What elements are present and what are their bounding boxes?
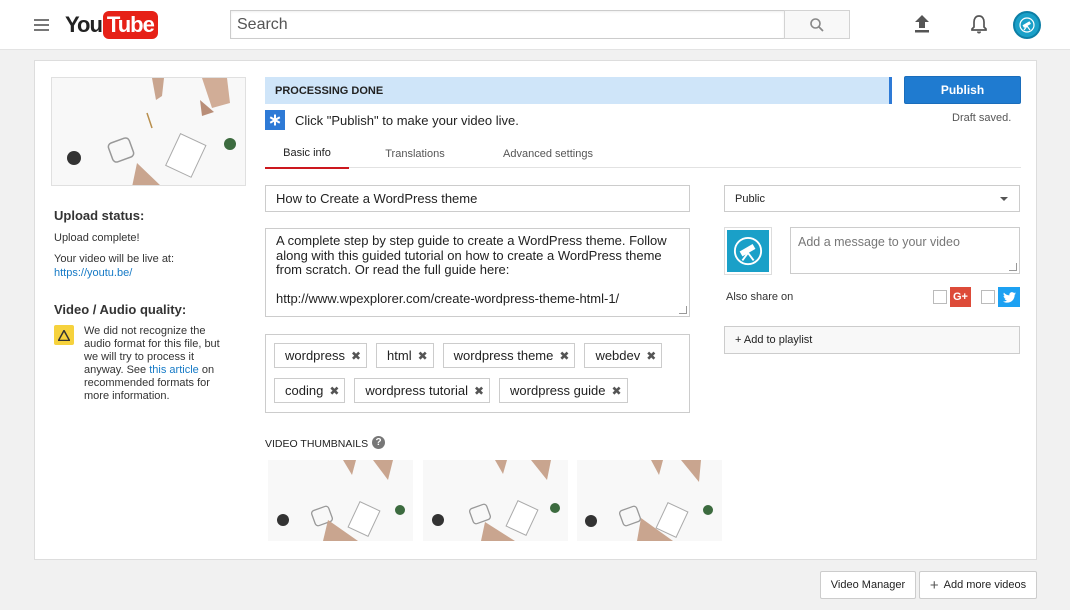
share-twitter-checkbox[interactable] xyxy=(981,290,995,304)
publish-hint-text: Click "Publish" to make your video live. xyxy=(295,112,519,128)
live-at-label: Your video will be live at: xyxy=(54,253,175,265)
upload-status-title: Upload status: xyxy=(54,208,145,223)
processing-status-text: PROCESSING DONE xyxy=(275,84,384,97)
telescope-icon xyxy=(733,236,763,266)
this-article-link[interactable]: this article xyxy=(149,364,199,376)
gplus-icon[interactable]: G+ xyxy=(950,287,971,307)
upload-info-column: Upload status: Upload complete! Your vid… xyxy=(54,208,234,403)
upload-icon xyxy=(915,15,929,33)
video-url-link[interactable]: https://youtu.be/ xyxy=(54,267,132,279)
video-preview-thumbnail xyxy=(51,77,246,186)
tag-chip: wordpress ✖ xyxy=(274,343,368,368)
publish-hint: Click "Publish" to make your video live. xyxy=(265,110,519,130)
tag-remove-icon[interactable]: ✖ xyxy=(611,384,621,398)
plus-icon: + xyxy=(929,576,939,594)
description-line: http://www.wpexplorer.com/create-wordpre… xyxy=(276,291,620,306)
help-icon[interactable]: ? xyxy=(372,435,386,449)
logo-tube-text: Tube xyxy=(102,11,158,39)
title-value: How to Create a WordPress theme xyxy=(276,191,478,206)
edit-tabs: Basic info Translations Advanced setting… xyxy=(265,139,1021,169)
warning-icon xyxy=(54,325,74,345)
thumbnail-option-3[interactable] xyxy=(577,460,722,541)
account-avatar[interactable] xyxy=(1013,11,1041,39)
tab-basic-info[interactable]: Basic info xyxy=(265,139,349,169)
logo-you-text: You xyxy=(65,12,103,37)
tag-remove-icon[interactable]: ✖ xyxy=(559,349,569,363)
upload-panel: Upload status: Upload complete! Your vid… xyxy=(34,60,1037,560)
thumbnail-option-1[interactable] xyxy=(268,460,413,541)
tag-chip: webdev ✖ xyxy=(584,343,663,368)
publish-button[interactable]: Publish xyxy=(904,76,1021,104)
bell-icon xyxy=(971,15,987,34)
share-message-field[interactable]: Add a message to your video xyxy=(790,227,1020,274)
channel-avatar xyxy=(724,227,772,275)
search-button[interactable] xyxy=(784,10,850,39)
video-thumbnails-label: VIDEO THUMBNAILS? xyxy=(265,435,386,450)
tags-field[interactable]: wordpress ✖ html ✖ wordpress theme ✖ webdev… xyxy=(265,334,690,413)
quality-title: Video / Audio quality: xyxy=(54,302,187,317)
add-more-label: Add more videos xyxy=(943,579,1027,591)
description-line: A complete step by step guide to create … xyxy=(276,233,667,277)
tag-remove-icon[interactable]: ✖ xyxy=(418,349,428,363)
tag-remove-icon[interactable]: ✖ xyxy=(351,349,361,363)
processing-status-bar: PROCESSING DONE xyxy=(265,77,892,104)
resize-handle[interactable] xyxy=(679,306,687,314)
add-to-playlist-button[interactable]: + Add to playlist xyxy=(724,326,1020,354)
tab-translations[interactable]: Translations xyxy=(375,139,455,168)
privacy-select[interactable]: Public xyxy=(724,185,1020,212)
chevron-down-icon xyxy=(1000,197,1008,201)
tag-remove-icon[interactable]: ✖ xyxy=(329,384,339,398)
upload-button[interactable] xyxy=(910,12,934,36)
tag-chip: wordpress tutorial ✖ xyxy=(354,378,491,403)
warning-text: We did not recognize the audio format fo… xyxy=(84,325,220,402)
thumbnail-option-2[interactable] xyxy=(423,460,568,541)
youtube-logo[interactable]: You Tube xyxy=(65,11,158,39)
telescope-icon xyxy=(1019,17,1035,33)
tag-remove-icon[interactable]: ✖ xyxy=(646,349,656,363)
message-placeholder: Add a message to your video xyxy=(798,235,960,249)
privacy-value: Public xyxy=(735,192,765,205)
tag-chip: html ✖ xyxy=(376,343,434,368)
description-field[interactable]: A complete step by step guide to create … xyxy=(265,228,690,317)
tab-advanced-settings[interactable]: Advanced settings xyxy=(493,139,603,168)
video-manager-button[interactable]: Video Manager xyxy=(820,571,916,599)
draft-saved-status: Draft saved. xyxy=(952,112,1012,124)
tag-chip: coding ✖ xyxy=(274,378,346,403)
asterisk-icon xyxy=(265,110,285,130)
resize-handle[interactable] xyxy=(1009,263,1017,271)
search-input[interactable] xyxy=(230,10,784,39)
share-gplus-checkbox[interactable] xyxy=(933,290,947,304)
top-bar: You Tube xyxy=(0,0,1070,50)
notifications-button[interactable] xyxy=(967,12,991,36)
video-still xyxy=(52,78,245,185)
title-field[interactable]: How to Create a WordPress theme xyxy=(265,185,690,212)
tag-chip: wordpress theme ✖ xyxy=(442,343,576,368)
tag-remove-icon[interactable]: ✖ xyxy=(474,384,484,398)
search-bar xyxy=(230,10,850,39)
share-label: Also share on xyxy=(726,291,794,303)
add-more-videos-button[interactable]: + Add more videos xyxy=(919,571,1037,599)
upload-complete-text: Upload complete! xyxy=(54,232,140,244)
menu-icon[interactable] xyxy=(34,19,49,31)
quality-warning: We did not recognize the audio format fo… xyxy=(54,325,234,403)
twitter-icon[interactable] xyxy=(998,287,1020,307)
tag-chip: wordpress guide ✖ xyxy=(499,378,628,403)
search-icon xyxy=(810,17,824,32)
